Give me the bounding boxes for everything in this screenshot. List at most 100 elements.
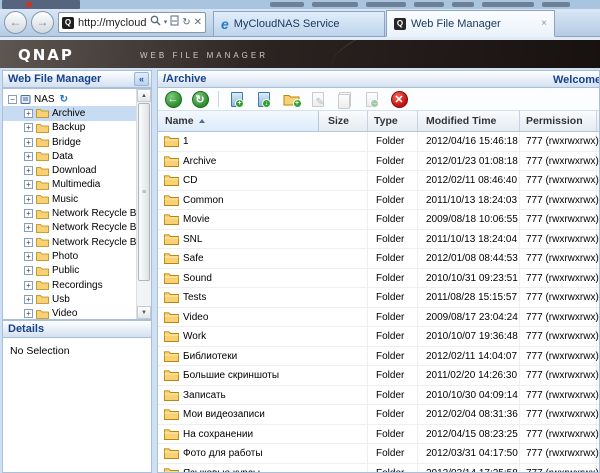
file-row[interactable]: MovieFolder2009/08/18 10:06:55777 (rwxrw… bbox=[158, 210, 599, 230]
file-row[interactable]: CommonFolder2011/10/13 18:24:03777 (rwxr… bbox=[158, 191, 599, 211]
back-button[interactable]: ← bbox=[163, 89, 183, 109]
refresh-button[interactable]: ↻ bbox=[190, 89, 210, 109]
left-panel-title: Web File Manager bbox=[8, 73, 101, 85]
column-header-name[interactable]: Name bbox=[165, 115, 205, 127]
tree-item[interactable]: +Bridge bbox=[3, 135, 151, 149]
file-row[interactable]: ЗаписатьFolder2010/10/30 04:09:14777 (rw… bbox=[158, 386, 599, 406]
compatibility-view-icon[interactable] bbox=[170, 15, 179, 30]
background-icon-fragment bbox=[26, 2, 32, 7]
stop-icon[interactable]: ✕ bbox=[194, 17, 202, 29]
column-divider[interactable] bbox=[417, 111, 418, 131]
file-row[interactable]: Фото для работыFolder2012/03/31 04:17:50… bbox=[158, 444, 599, 464]
tree-item[interactable]: +Data bbox=[3, 149, 151, 163]
expand-plus-icon[interactable]: + bbox=[24, 138, 33, 147]
delete-button[interactable]: ✕ bbox=[389, 89, 409, 109]
move-button[interactable]: → bbox=[362, 89, 382, 109]
file-row[interactable]: На сохраненииFolder2012/04/15 08:23:2577… bbox=[158, 425, 599, 445]
column-header-permission[interactable]: Permission bbox=[526, 115, 583, 127]
expand-plus-icon[interactable]: + bbox=[24, 281, 33, 290]
expand-plus-icon[interactable]: + bbox=[24, 109, 33, 118]
tree-item[interactable]: +Network Recycle Bin 4 bbox=[3, 235, 151, 249]
expand-plus-icon[interactable]: + bbox=[24, 266, 33, 275]
tree-item[interactable]: +Recordings bbox=[3, 278, 151, 292]
file-modified: 2010/10/07 19:36:48 bbox=[426, 331, 518, 342]
tree-root-nas[interactable]: − NAS ↻ bbox=[3, 92, 151, 106]
download-button[interactable]: ↓ bbox=[254, 89, 274, 109]
upload-button[interactable]: + bbox=[227, 89, 247, 109]
file-modified: 2011/10/13 18:24:03 bbox=[426, 195, 517, 206]
tree-item[interactable]: +Download bbox=[3, 163, 151, 177]
copy-button[interactable] bbox=[335, 89, 355, 109]
tree-item[interactable]: +Network Recycle Bin 3 bbox=[3, 221, 151, 235]
file-row[interactable]: VideoFolder2009/08/17 23:04:24777 (rwxrw… bbox=[158, 308, 599, 328]
scroll-down-icon[interactable]: ▼ bbox=[137, 306, 151, 319]
create-folder-button[interactable]: + bbox=[281, 89, 301, 109]
file-row[interactable]: CDFolder2012/02/11 08:46:40777 (rwxrwxrw… bbox=[158, 171, 599, 191]
file-type: Folder bbox=[376, 195, 404, 206]
tree-item[interactable]: +Music bbox=[3, 192, 151, 206]
file-row[interactable]: Мои видеозаписиFolder2012/02/04 08:31:36… bbox=[158, 405, 599, 425]
scroll-up-icon[interactable]: ▲ bbox=[137, 89, 151, 102]
tree-root-label: NAS bbox=[34, 94, 55, 105]
file-row[interactable]: TestsFolder2011/08/28 15:15:57777 (rwxrw… bbox=[158, 288, 599, 308]
search-icon[interactable] bbox=[150, 15, 161, 30]
expand-plus-icon[interactable]: + bbox=[24, 166, 33, 175]
refresh-tree-icon[interactable]: ↻ bbox=[60, 94, 68, 105]
file-row[interactable]: Большие скриншотыFolder2011/02/20 14:26:… bbox=[158, 366, 599, 386]
file-type: Folder bbox=[376, 175, 404, 186]
file-row[interactable]: SafeFolder2012/01/08 08:44:53777 (rwxrwx… bbox=[158, 249, 599, 269]
url-text[interactable]: http://mycloudnas... bbox=[74, 17, 147, 29]
address-dropdown-icon[interactable]: ▾ bbox=[164, 17, 168, 29]
tree-item[interactable]: +Archive bbox=[3, 106, 151, 120]
address-bar[interactable]: Q http://mycloudnas... ▾ ↻ ✕ bbox=[58, 12, 206, 33]
tree-item[interactable]: +Video bbox=[3, 306, 151, 320]
expand-plus-icon[interactable]: + bbox=[24, 123, 33, 132]
tree-item[interactable]: +Photo bbox=[3, 249, 151, 263]
collapse-minus-icon[interactable]: − bbox=[8, 95, 17, 104]
scrollbar-thumb[interactable]: ≡ bbox=[138, 103, 150, 281]
tab-web-file-manager[interactable]: Q Web File Manager × bbox=[386, 10, 555, 37]
file-row[interactable]: БиблиотекиFolder2012/02/11 14:04:07777 (… bbox=[158, 347, 599, 367]
browser-back-button[interactable]: ← bbox=[4, 11, 27, 34]
collapse-panel-button[interactable]: « bbox=[134, 72, 149, 86]
expand-plus-icon[interactable]: + bbox=[24, 295, 33, 304]
file-row[interactable]: ArchiveFolder2012/01/23 01:08:18777 (rwx… bbox=[158, 152, 599, 172]
tree-item[interactable]: +Network Recycle Bin 2 bbox=[3, 206, 151, 220]
expand-plus-icon[interactable]: + bbox=[24, 238, 33, 247]
column-header-modified[interactable]: Modified Time bbox=[426, 115, 496, 127]
file-row[interactable]: SoundFolder2010/10/31 09:23:51777 (rwxrw… bbox=[158, 269, 599, 289]
file-row[interactable]: WorkFolder2010/10/07 19:36:48777 (rwxrwx… bbox=[158, 327, 599, 347]
folder-icon bbox=[36, 151, 49, 161]
expand-plus-icon[interactable]: + bbox=[24, 195, 33, 204]
tree-item[interactable]: +Usb bbox=[3, 292, 151, 306]
column-divider[interactable] bbox=[596, 111, 597, 131]
expand-plus-icon[interactable]: + bbox=[24, 209, 33, 218]
welcome-text: Welcome A bbox=[553, 72, 600, 88]
column-header-size[interactable]: Size bbox=[328, 115, 349, 127]
details-title: Details bbox=[8, 323, 44, 335]
expand-plus-icon[interactable]: + bbox=[24, 309, 33, 318]
column-divider[interactable] bbox=[519, 111, 520, 131]
file-row[interactable]: SNLFolder2011/10/13 18:24:04777 (rwxrwxr… bbox=[158, 230, 599, 250]
tab-close-icon[interactable]: × bbox=[533, 18, 547, 29]
rename-button[interactable]: ✎ bbox=[308, 89, 328, 109]
tree-item[interactable]: +Public bbox=[3, 264, 151, 278]
file-permission: 777 (rwxrwxrwx) bbox=[526, 175, 599, 186]
refresh-page-icon[interactable]: ↻ bbox=[182, 17, 190, 29]
browser-forward-button[interactable]: → bbox=[31, 11, 54, 34]
tree-scrollbar[interactable]: ▲ ≡ ▼ bbox=[136, 89, 151, 319]
column-header-type[interactable]: Type bbox=[374, 115, 398, 127]
tree-item[interactable]: +Multimedia bbox=[3, 178, 151, 192]
toolbar-separator bbox=[218, 91, 219, 107]
folder-tree-panel: − NAS ↻ +Archive+Backup+Bridge+Data+Down… bbox=[2, 88, 152, 320]
blurred-text bbox=[482, 2, 534, 7]
expand-plus-icon[interactable]: + bbox=[24, 223, 33, 232]
tab-mycloudnas-service[interactable]: e MyCloudNAS Service bbox=[213, 11, 385, 37]
column-divider[interactable] bbox=[367, 111, 368, 131]
tree-item[interactable]: +Backup bbox=[3, 121, 151, 135]
expand-plus-icon[interactable]: + bbox=[24, 152, 33, 161]
file-row[interactable]: 1Folder2012/04/16 15:46:18777 (rwxrwxrwx… bbox=[158, 132, 599, 152]
expand-plus-icon[interactable]: + bbox=[24, 252, 33, 261]
expand-plus-icon[interactable]: + bbox=[24, 180, 33, 189]
file-row[interactable]: Языковые курсыFolder2012/03/14 17:25:587… bbox=[158, 464, 599, 473]
